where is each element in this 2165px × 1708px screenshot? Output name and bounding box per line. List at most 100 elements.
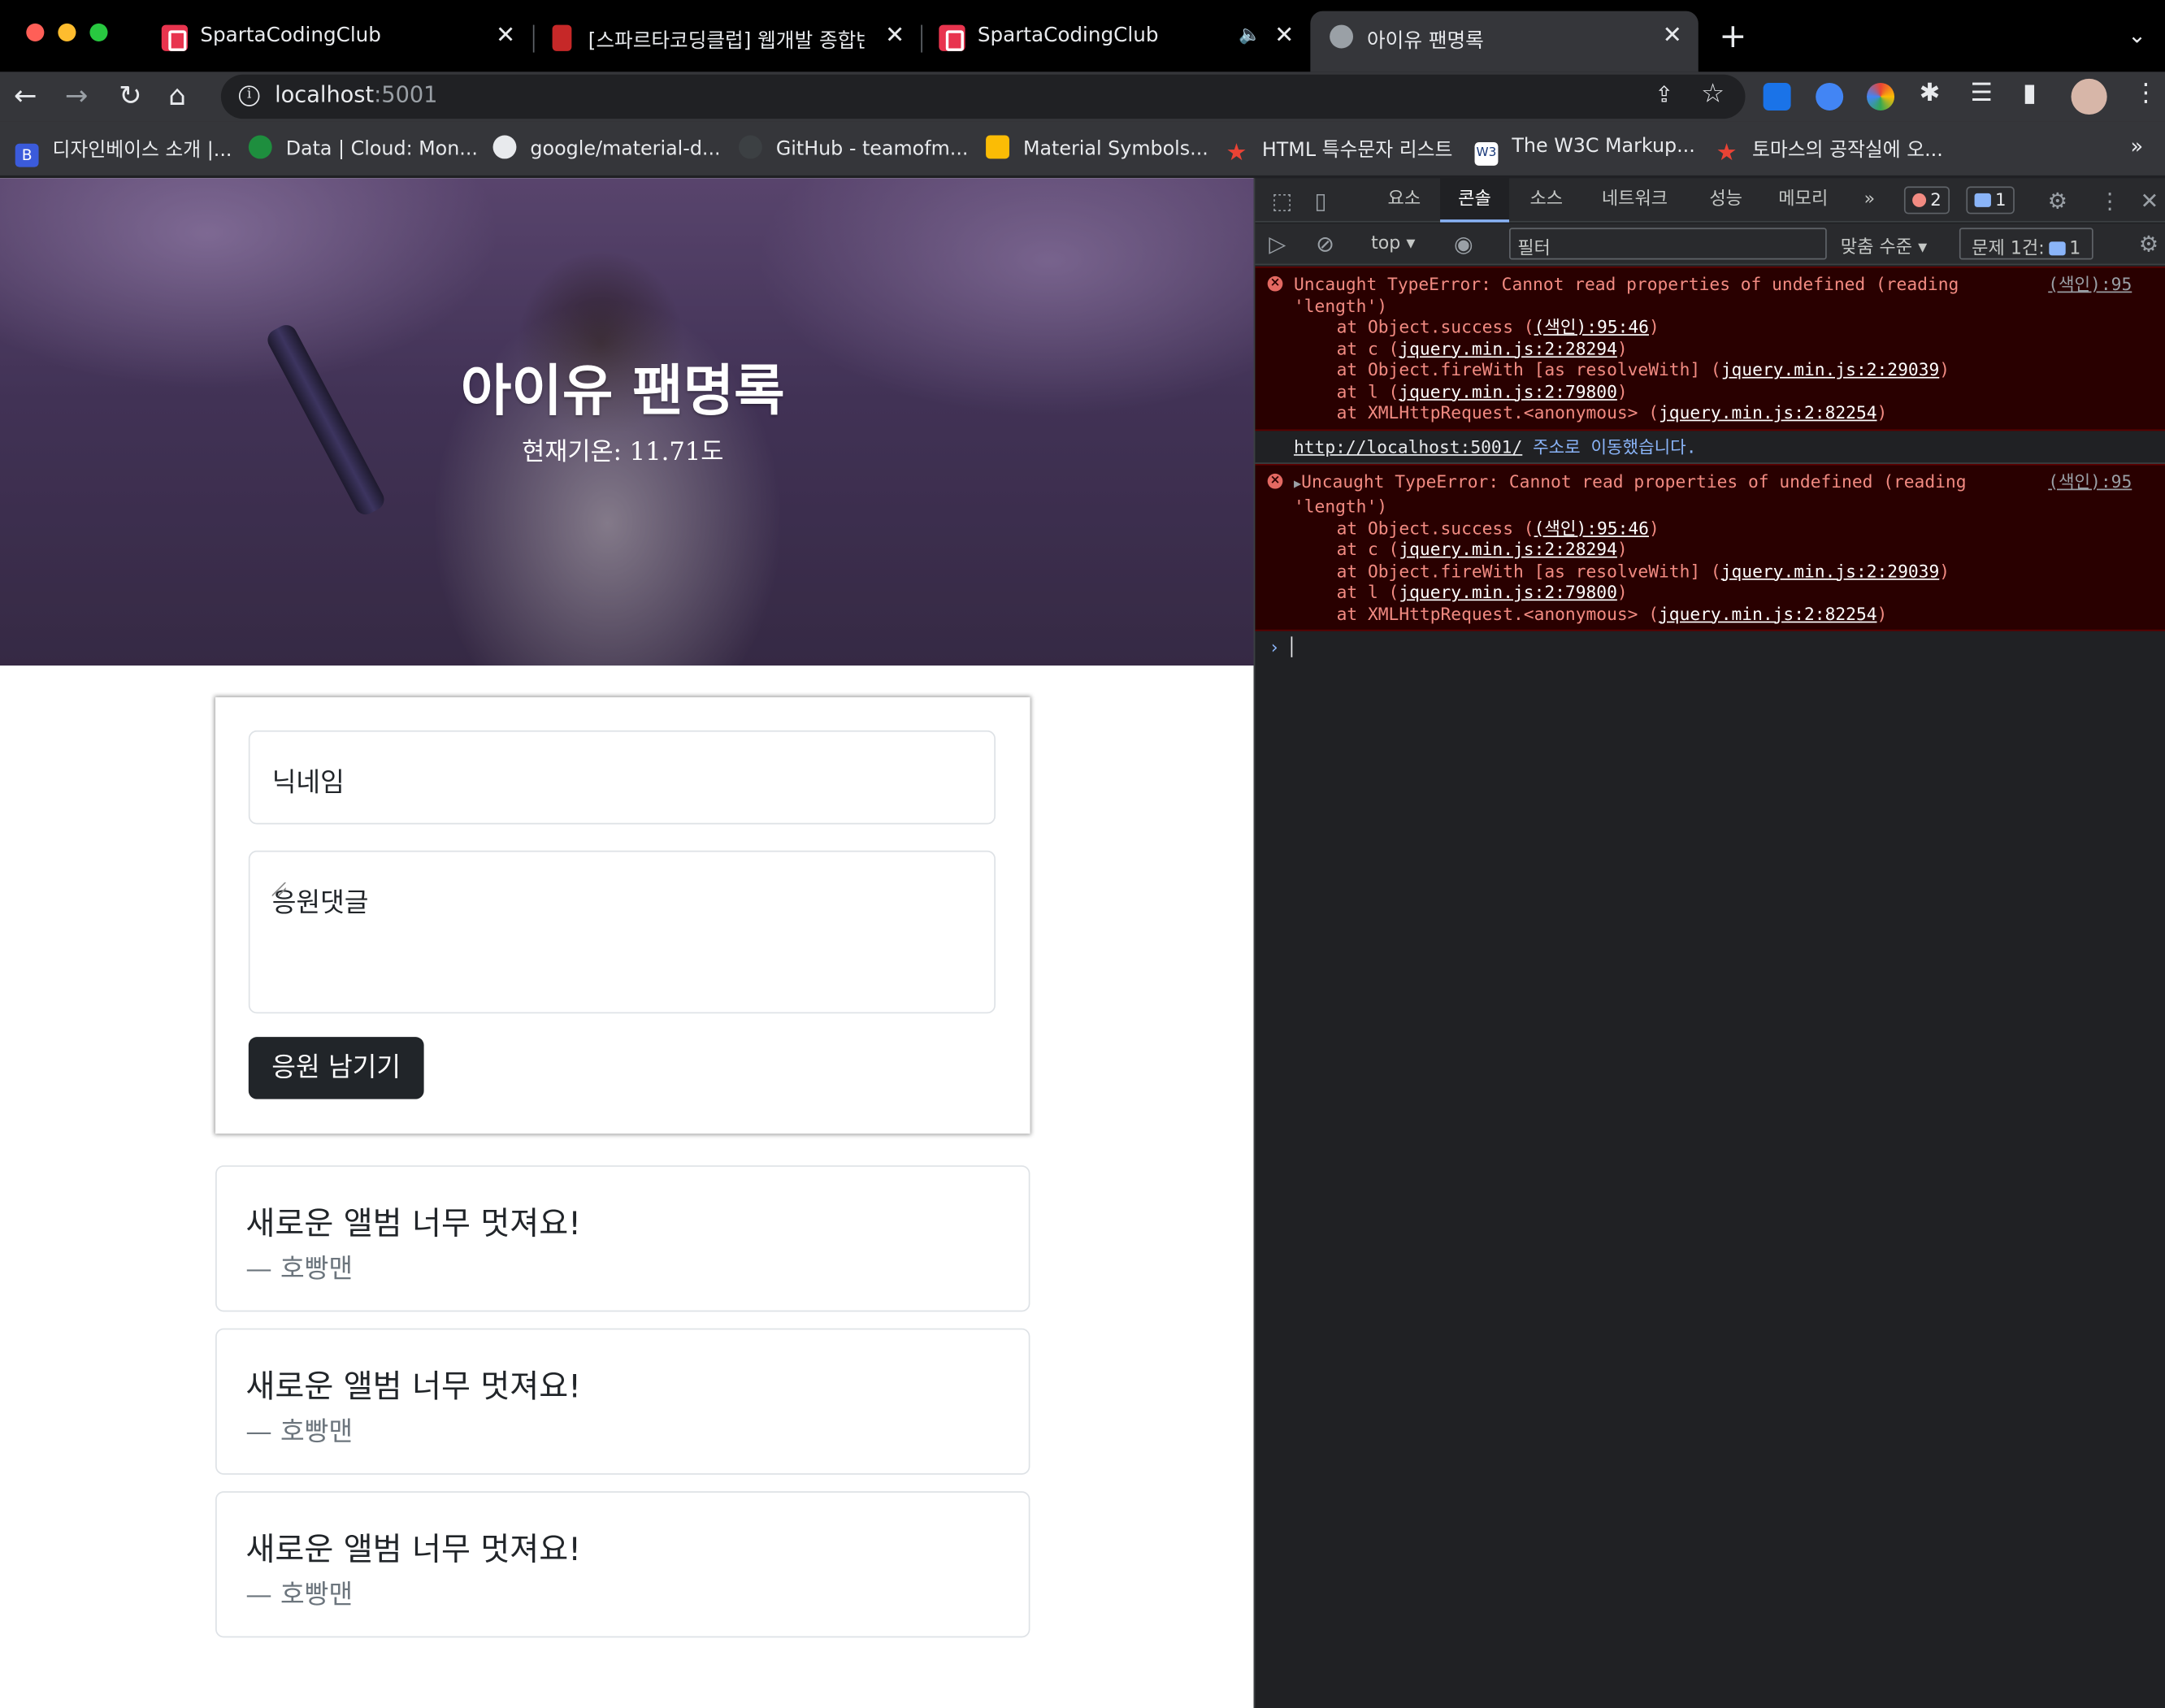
- bookmark-star-icon[interactable]: ☆: [1701, 79, 1725, 109]
- bookmark-label: HTML 특수문자 리스트: [1261, 139, 1453, 162]
- tab-4-active[interactable]: 아이유 팬명록 ✕: [1310, 11, 1699, 72]
- frame-link[interactable]: jquery.min.js:2:28294: [1399, 539, 1617, 559]
- frame-link[interactable]: jquery.min.js:2:29039: [1721, 560, 1940, 580]
- stack-frame: at l (jquery.min.js:2:79800): [1294, 380, 2165, 401]
- error-source-link[interactable]: (색인):95: [2048, 273, 2132, 294]
- frame-text: at XMLHttpRequest.<anonymous> (: [1336, 602, 1660, 624]
- bookmark-item[interactable]: Data | Cloud: Mon...: [248, 135, 478, 160]
- devtools-tab-bar: ⬚ ▯ 요소 콘솔 소스 네트워크 성능 메모리 » 2 1 ⚙ ⋮ ✕: [1255, 178, 2165, 223]
- console-settings-gear-icon[interactable]: ⚙: [2139, 231, 2158, 257]
- frame-link[interactable]: jquery.min.js:2:79800: [1399, 380, 1617, 401]
- page-title: 아이유 팬명록: [460, 360, 785, 424]
- address-bar[interactable]: i localhost:5001 ⇪ ☆: [220, 74, 1746, 119]
- frame-link[interactable]: (색인):95:46: [1534, 316, 1649, 336]
- error-message: Uncaught TypeError: Cannot read properti…: [1293, 273, 1959, 294]
- submit-cheer-button[interactable]: 응원 남기기: [248, 1037, 424, 1099]
- frame-link[interactable]: jquery.min.js:2:82254: [1659, 401, 1877, 422]
- close-devtools-icon[interactable]: ✕: [2140, 188, 2158, 214]
- context-selector[interactable]: top ▾: [1371, 233, 1415, 254]
- minimize-window-button[interactable]: [58, 23, 76, 41]
- console-error[interactable]: × (색인):95 Uncaught TypeError: Cannot rea…: [1255, 266, 2165, 431]
- url-text[interactable]: localhost:5001: [275, 81, 437, 107]
- sparta-icon: [939, 24, 965, 51]
- comment-textarea[interactable]: 응원댓글: [248, 850, 996, 1014]
- side-panel-icon[interactable]: ▮: [2023, 79, 2037, 108]
- tab-title: 아이유 팬명록: [1367, 30, 1484, 53]
- maximize-window-button[interactable]: [89, 23, 108, 41]
- tab-title: SpartaCodingClub: [977, 24, 1159, 47]
- menu-kebab-icon[interactable]: ⋮: [2133, 79, 2158, 108]
- bookmark-item[interactable]: B 디자인베이스 소개 |...: [15, 136, 232, 167]
- share-icon[interactable]: ⇪: [1655, 81, 1673, 107]
- more-bookmarks-icon[interactable]: »: [2131, 134, 2144, 159]
- forward-arrow-icon[interactable]: →: [65, 79, 88, 112]
- close-tab-icon[interactable]: ✕: [496, 22, 515, 50]
- tab-sources[interactable]: 소스: [1527, 178, 1565, 222]
- profile-avatar[interactable]: [2071, 78, 2107, 115]
- error-source-link[interactable]: (색인):95: [2048, 470, 2132, 492]
- extension-icon[interactable]: [1816, 82, 1844, 111]
- color-picker-extension-icon[interactable]: [1867, 82, 1895, 111]
- clear-console-icon[interactable]: ⊘: [1316, 231, 1334, 257]
- frame-link[interactable]: jquery.min.js:2:29039: [1721, 359, 1940, 379]
- live-expression-eye-icon[interactable]: ◉: [1454, 231, 1473, 257]
- message-count-badge[interactable]: 1: [1966, 186, 2015, 215]
- console-prompt[interactable]: ›: [1255, 631, 2165, 665]
- frame-close: ): [1616, 337, 1628, 358]
- stack-frame: at XMLHttpRequest.<anonymous> (jquery.mi…: [1294, 401, 2165, 423]
- close-tab-icon[interactable]: ✕: [885, 22, 905, 50]
- frame-link[interactable]: jquery.min.js:2:82254: [1659, 603, 1877, 623]
- error-count-badge[interactable]: 2: [1903, 186, 1950, 215]
- settings-gear-icon[interactable]: ⚙: [2048, 188, 2067, 214]
- bookmark-item[interactable]: GitHub - teamofm...: [738, 135, 968, 160]
- close-tab-icon[interactable]: ✕: [1663, 22, 1682, 50]
- more-tabs-icon[interactable]: »: [1861, 178, 1877, 222]
- bookmark-item[interactable]: ★ 토마스의 공작실에 오...: [1715, 136, 1943, 166]
- home-icon[interactable]: ⌂: [168, 79, 186, 112]
- bookmark-item[interactable]: ★ HTML 특수문자 리스트: [1225, 136, 1452, 166]
- issues-button[interactable]: 문제 1건: 1: [1959, 228, 2093, 260]
- tab-3[interactable]: SpartaCodingClub 🔈 ✕: [939, 11, 1298, 67]
- text-caret: [1291, 636, 1292, 657]
- close-window-button[interactable]: [26, 23, 45, 41]
- reload-icon[interactable]: ↻: [119, 79, 141, 112]
- close-tab-icon[interactable]: ✕: [1274, 22, 1294, 50]
- tab-console[interactable]: 콘솔: [1440, 178, 1509, 223]
- frame-text: at Object.fireWith [as resolveWith] (: [1336, 560, 1721, 581]
- tab-2[interactable]: [스파르타코딩클럽] 웹개발 종합반 - ✕: [549, 11, 909, 67]
- sidebar-toggle-icon[interactable]: ▷: [1269, 231, 1286, 257]
- resize-handle-icon[interactable]: [271, 882, 286, 896]
- bookmark-item[interactable]: google/material-d...: [492, 135, 721, 161]
- tab-elements[interactable]: 요소: [1385, 178, 1423, 222]
- nickname-input[interactable]: 닉네임: [248, 730, 996, 825]
- back-arrow-icon[interactable]: ←: [14, 79, 37, 112]
- comment-card: 새로운 앨범 너무 멋져요! — 호빵맨: [215, 1491, 1030, 1638]
- console-error[interactable]: × (색인):95 ▶Uncaught TypeError: Cannot re…: [1255, 463, 2165, 631]
- tab-1[interactable]: SpartaCodingClub ✕: [161, 11, 521, 67]
- frame-link[interactable]: jquery.min.js:2:79800: [1399, 581, 1617, 601]
- download-extension-icon[interactable]: [1763, 82, 1791, 111]
- media-control-icon[interactable]: ☰: [1970, 79, 1992, 108]
- navigation-url[interactable]: http://localhost:5001/: [1294, 436, 1522, 456]
- bookmark-item[interactable]: W3 The W3C Markup...: [1474, 136, 1695, 166]
- site-info-icon[interactable]: i: [238, 85, 260, 106]
- navigation-message: http://localhost:5001/ 주소로 이동했습니다.: [1255, 430, 2165, 464]
- devtools-menu-icon[interactable]: ⋮: [2098, 188, 2120, 214]
- inspect-element-icon[interactable]: ⬚: [1272, 188, 1293, 214]
- puzzle-extensions-icon[interactable]: ✱: [1920, 79, 1941, 108]
- log-level-dropdown[interactable]: 맞춤 수준 ▾: [1841, 232, 1927, 258]
- new-tab-button[interactable]: +: [1719, 16, 1746, 55]
- frame-link[interactable]: (색인):95:46: [1534, 517, 1649, 537]
- frame-text: at l (: [1336, 380, 1399, 401]
- bookmark-label: google/material-d...: [530, 137, 721, 161]
- stack-frame: at Object.fireWith [as resolveWith] (jqu…: [1294, 560, 2165, 581]
- console-filter-input[interactable]: 필터: [1509, 228, 1827, 260]
- bookmark-item[interactable]: Material Symbols...: [986, 135, 1208, 160]
- device-toolbar-icon[interactable]: ▯: [1314, 188, 1326, 214]
- tab-search-chevron-icon[interactable]: ⌄: [2128, 22, 2146, 48]
- tab-performance[interactable]: 성능: [1707, 178, 1745, 222]
- tab-memory[interactable]: 메모리: [1776, 178, 1831, 222]
- speaker-icon[interactable]: 🔈: [1239, 25, 1261, 46]
- tab-network[interactable]: 네트워크: [1599, 178, 1670, 222]
- frame-link[interactable]: jquery.min.js:2:28294: [1399, 337, 1617, 358]
